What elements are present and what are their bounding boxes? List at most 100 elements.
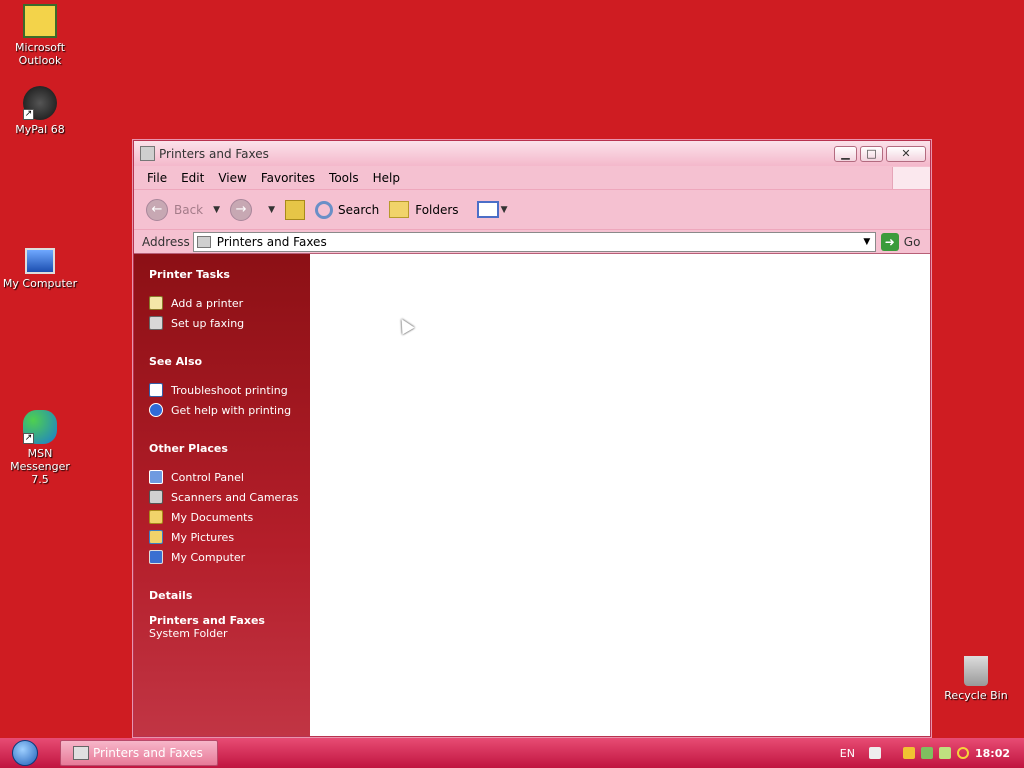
shortcut-arrow-icon: ↗	[23, 433, 34, 444]
clock: 18:02	[974, 746, 1010, 760]
place-scanners-cameras[interactable]: Scanners and Cameras	[149, 487, 310, 507]
file-list-pane[interactable]	[310, 254, 930, 736]
scanner-icon	[149, 490, 163, 504]
go-label: Go	[903, 234, 921, 249]
menu-tools[interactable]: Tools	[322, 169, 366, 187]
recycle-bin-icon	[964, 656, 988, 686]
link-label: Get help with printing	[171, 403, 292, 417]
task-add-printer[interactable]: Add a printer	[149, 293, 310, 313]
menu-view[interactable]: View	[211, 169, 253, 187]
explorer-window: Printers and Faxes ▁ □ ✕ File Edit View …	[133, 140, 931, 737]
taskbar: Printers and Faxes EN 18:02	[0, 738, 1024, 768]
pictures-folder-icon	[149, 530, 163, 544]
menu-favorites[interactable]: Favorites	[254, 169, 322, 187]
mypal-icon: ↗	[23, 86, 57, 120]
desktop-icon-label: My Computer	[2, 277, 78, 290]
go-arrow-icon: ➜	[880, 232, 899, 251]
search-button[interactable]: Search	[314, 200, 380, 219]
desktop-icon-recycle-bin[interactable]: Recycle Bin	[936, 656, 1016, 702]
computer-icon	[25, 248, 55, 274]
desktop-icon-label: MyPal 68	[15, 123, 65, 136]
menu-help[interactable]: Help	[366, 169, 407, 187]
other-places-title: Other Places	[149, 442, 228, 455]
keyboard-icon[interactable]	[868, 747, 881, 759]
start-button[interactable]	[8, 738, 42, 768]
place-label: Scanners and Cameras	[171, 490, 299, 504]
see-also-title: See Also	[149, 355, 203, 368]
help-page-icon	[149, 383, 163, 397]
address-input[interactable]: Printers and Faxes ▼	[192, 231, 876, 252]
computer-icon	[149, 550, 163, 564]
shortcut-arrow-icon: ↗	[23, 109, 34, 120]
search-icon	[314, 200, 333, 219]
printer-icon	[196, 235, 211, 248]
details-title: Details	[149, 589, 193, 602]
printer-icon	[73, 746, 89, 760]
go-button[interactable]: ➜ Go	[880, 232, 921, 251]
desktop-icon-outlook[interactable]: Microsoft Outlook	[0, 4, 80, 67]
back-arrow-icon: ←	[146, 198, 168, 221]
folders-button[interactable]: Folders	[389, 201, 459, 218]
desktop-icon-mypal[interactable]: ↗ MyPal 68	[0, 86, 80, 136]
link-troubleshoot-printing[interactable]: Troubleshoot printing	[149, 380, 310, 400]
taskbar-button-label: Printers and Faxes	[93, 746, 203, 760]
msn-messenger-icon: ↗	[23, 410, 57, 444]
place-my-computer[interactable]: My Computer	[149, 547, 310, 567]
place-my-documents[interactable]: My Documents	[149, 507, 310, 527]
address-bar: Address Printers and Faxes ▼ ➜ Go	[134, 230, 930, 254]
up-folder-button[interactable]	[284, 199, 305, 220]
task-label: Set up faxing	[171, 316, 245, 330]
address-dropdown-icon[interactable]: ▼	[860, 234, 874, 250]
search-icon[interactable]	[956, 747, 969, 759]
fax-icon	[149, 316, 163, 330]
window-title: Printers and Faxes	[159, 146, 269, 161]
place-label: Control Panel	[171, 470, 244, 484]
place-label: My Pictures	[171, 530, 235, 544]
details-name: Printers and Faxes	[149, 614, 265, 627]
shield-icon[interactable]	[902, 747, 915, 759]
add-printer-icon	[149, 296, 163, 310]
windows-logo-icon	[892, 166, 930, 189]
other-places-group: Other Places Control Panel Scanners and …	[149, 442, 310, 567]
printer-tasks-group: Printer Tasks Add a printer Set up faxin…	[149, 268, 310, 333]
help-icon	[149, 403, 163, 417]
folders-label: Folders	[415, 202, 459, 217]
forward-dropdown-icon[interactable]: ▼	[268, 205, 275, 215]
safely-remove-icon[interactable]	[938, 747, 951, 759]
forward-arrow-icon: →	[230, 198, 253, 221]
maximize-button[interactable]: □	[860, 145, 883, 162]
title-bar[interactable]: Printers and Faxes ▁ □ ✕	[134, 141, 930, 166]
menu-bar: File Edit View Favorites Tools Help	[134, 166, 930, 190]
network-icon[interactable]	[920, 747, 933, 759]
views-button[interactable]: ▼	[469, 201, 518, 218]
documents-folder-icon	[149, 510, 163, 524]
place-control-panel[interactable]: Control Panel	[149, 467, 310, 487]
desktop-icon-msn[interactable]: ↗ MSN Messenger 7.5	[0, 410, 80, 486]
link-help-printing[interactable]: Get help with printing	[149, 400, 310, 420]
close-button[interactable]: ✕	[886, 145, 926, 162]
link-label: Troubleshoot printing	[171, 383, 288, 397]
task-label: Add a printer	[171, 296, 244, 310]
up-folder-icon	[284, 199, 305, 220]
views-icon	[476, 201, 499, 218]
task-pane: Printer Tasks Add a printer Set up faxin…	[134, 254, 310, 736]
desktop-icon-label: Recycle Bin	[944, 689, 1008, 702]
taskbar-button-printers[interactable]: Printers and Faxes	[60, 740, 218, 766]
back-dropdown-icon[interactable]: ▼	[213, 205, 220, 215]
see-also-group: See Also Troubleshoot printing Get help …	[149, 355, 310, 420]
printer-tasks-title: Printer Tasks	[149, 268, 230, 281]
desktop-icon-my-computer[interactable]: My Computer	[0, 248, 80, 290]
forward-button[interactable]: →	[230, 198, 258, 221]
printer-icon	[140, 146, 155, 161]
toolbar: ← Back ▼ → ▼ Search Folders ▼	[134, 190, 930, 230]
task-setup-faxing[interactable]: Set up faxing	[149, 313, 310, 333]
minimize-button[interactable]: ▁	[834, 145, 857, 162]
menu-file[interactable]: File	[140, 169, 174, 187]
details-group: Details Printers and Faxes System Folder	[149, 589, 310, 640]
place-label: My Documents	[171, 510, 254, 524]
menu-edit[interactable]: Edit	[174, 169, 211, 187]
search-label: Search	[337, 202, 380, 217]
language-indicator[interactable]: EN	[840, 747, 855, 760]
back-button[interactable]: ← Back	[146, 198, 203, 221]
place-my-pictures[interactable]: My Pictures	[149, 527, 310, 547]
